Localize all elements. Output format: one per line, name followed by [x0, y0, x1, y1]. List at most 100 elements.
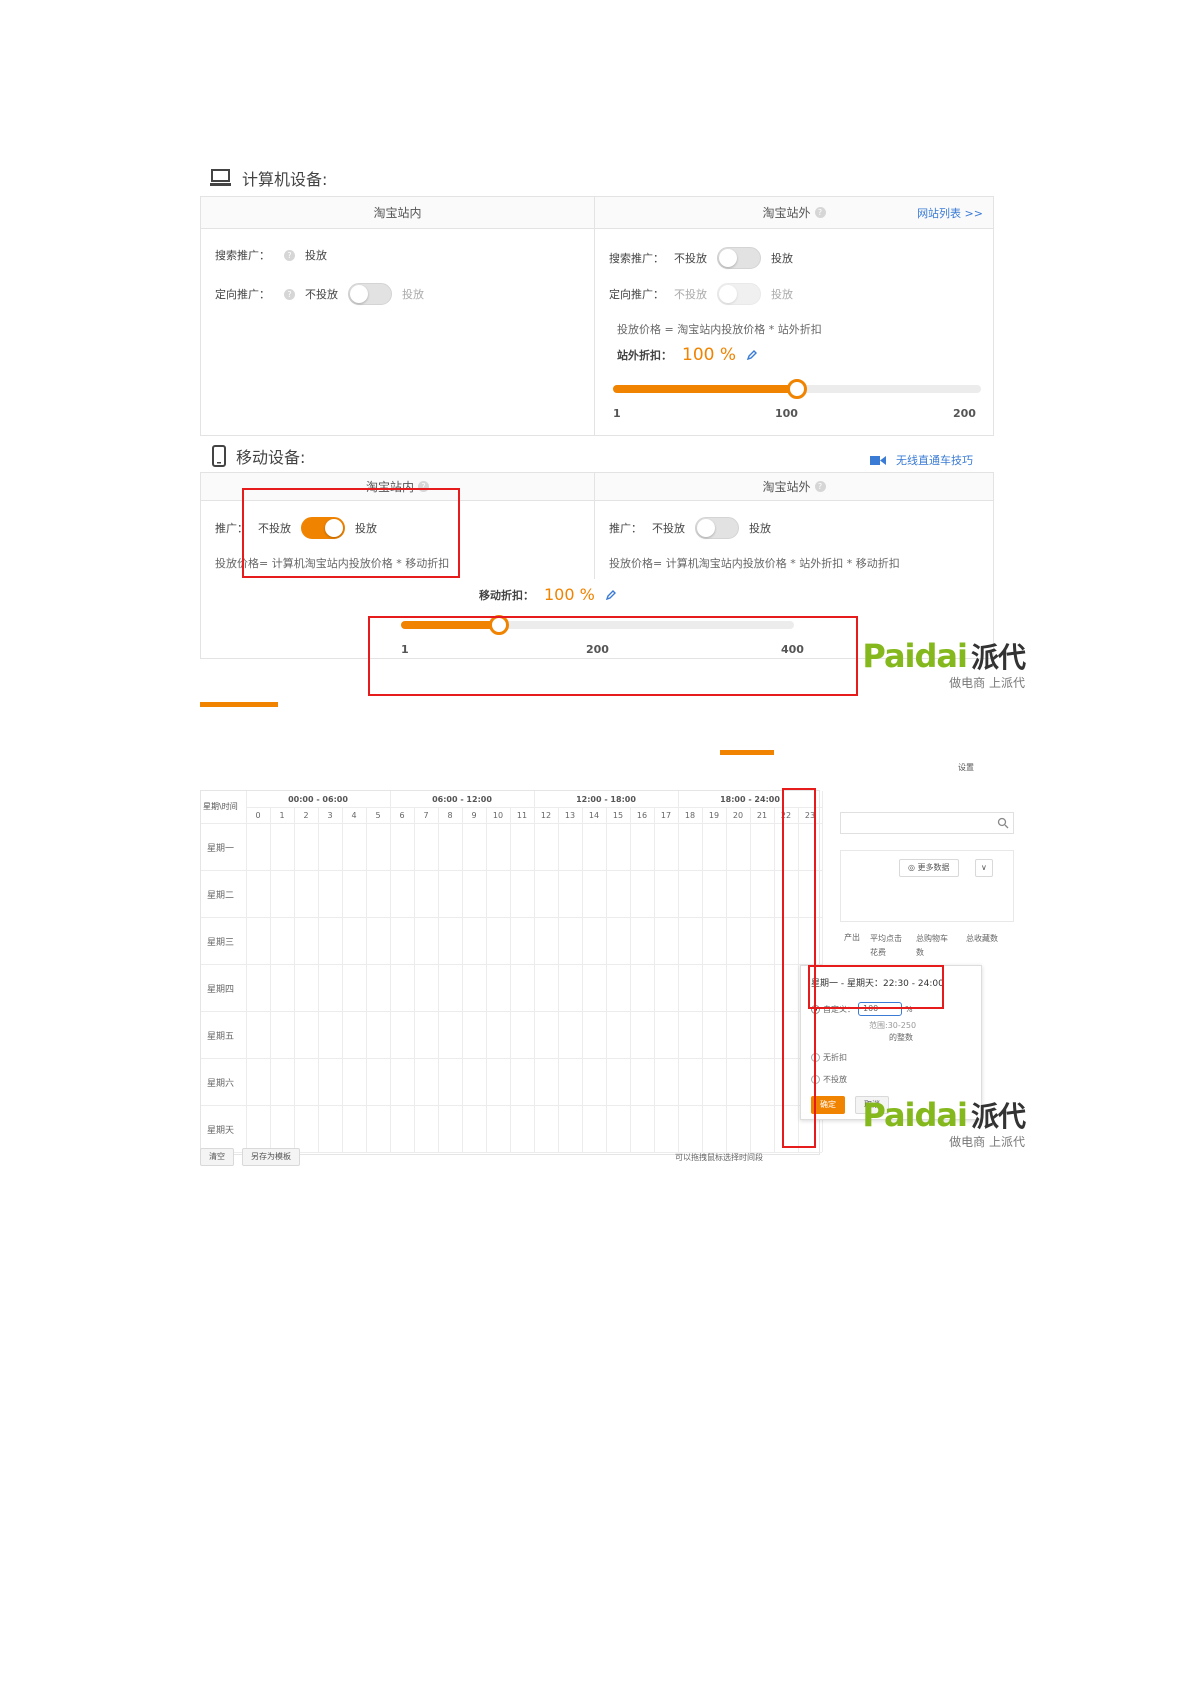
- hour-label[interactable]: 17: [654, 811, 678, 820]
- edit-pencil-icon[interactable]: [605, 589, 617, 601]
- day-label[interactable]: 星期三: [207, 935, 234, 948]
- day-label[interactable]: 星期六: [207, 1076, 234, 1089]
- column-header-favorites: 总收藏数: [966, 934, 998, 943]
- search-icon: [997, 817, 1009, 829]
- hour-label[interactable]: 19: [702, 811, 726, 820]
- slider-max-label: 200: [953, 407, 976, 420]
- hour-label[interactable]: 16: [630, 811, 654, 820]
- pc-inner-panel: 淘宝站内 搜索推广： ? 投放 定向推广： ? 不投放 投放: [200, 196, 595, 436]
- grid-line: [318, 807, 319, 1152]
- pc-outer-search-toggle[interactable]: [717, 247, 761, 269]
- grid-line: [606, 807, 607, 1152]
- pc-outer-discount-slider[interactable]: [613, 379, 981, 399]
- day-label[interactable]: 星期四: [207, 982, 234, 995]
- expand-chevron-button[interactable]: ∨: [975, 859, 993, 877]
- hour-label[interactable]: 6: [390, 811, 414, 820]
- hour-label[interactable]: 1: [270, 811, 294, 820]
- pc-outer-discount-value: 100 %: [682, 345, 737, 365]
- grid-line: [438, 807, 439, 1152]
- hour-label[interactable]: 2: [294, 811, 318, 820]
- pc-outer-price-formula: 投放价格 = 淘宝站内投放价格 * 站外折扣: [617, 323, 822, 336]
- pc-outer-targeted-toggle: [717, 283, 761, 305]
- site-list-link[interactable]: 网站列表 >>: [917, 205, 983, 221]
- pc-inner-targeted-row: 定向推广： ? 不投放 投放: [215, 283, 424, 305]
- gear-icon: ◎: [908, 863, 915, 872]
- pc-inner-targeted-toggle[interactable]: [348, 283, 392, 305]
- hour-label[interactable]: 11: [510, 811, 534, 820]
- edit-pencil-icon[interactable]: [746, 349, 758, 361]
- mobile-outer-header: 淘宝站外 ?: [595, 473, 993, 501]
- grid-line: [201, 823, 822, 824]
- column-header-output: 产出: [844, 933, 860, 942]
- hour-label[interactable]: 9: [462, 811, 486, 820]
- help-icon[interactable]: ?: [814, 481, 826, 492]
- hour-label[interactable]: 21: [750, 811, 774, 820]
- mobile-discount-value: 100 %: [544, 585, 595, 604]
- clear-button[interactable]: 清空: [200, 1148, 234, 1166]
- column-header-avg-click-cost: 平均点击花费: [870, 934, 902, 957]
- grid-line: [201, 964, 822, 965]
- help-icon[interactable]: ?: [284, 288, 295, 300]
- day-label[interactable]: 星期二: [207, 888, 234, 901]
- pc-outer-discount-row: 站外折扣： 100 %: [617, 345, 758, 365]
- grid-line: [201, 870, 822, 871]
- hour-label[interactable]: 10: [486, 811, 510, 820]
- help-icon[interactable]: ?: [814, 207, 826, 218]
- hour-label[interactable]: 3: [318, 811, 342, 820]
- grid-line: [462, 807, 463, 1152]
- slider-fill: [613, 385, 797, 393]
- hour-label[interactable]: 8: [438, 811, 462, 820]
- mobile-phone-icon: [212, 445, 226, 467]
- mobile-discount-row: 移动折扣： 100 %: [479, 585, 617, 604]
- slider-handle[interactable]: [787, 379, 807, 399]
- grid-line: [654, 807, 655, 1152]
- pc-inner-header: 淘宝站内: [201, 197, 594, 229]
- hour-label[interactable]: 12: [534, 811, 558, 820]
- wireless-tips-link[interactable]: 无线直通车技巧: [870, 452, 973, 468]
- pc-inner-search-row: 搜索推广： ? 投放: [215, 249, 327, 262]
- hour-label[interactable]: 4: [342, 811, 366, 820]
- slider-mid-label: 100: [775, 407, 798, 420]
- pc-section-label: 计算机设备:: [242, 170, 328, 189]
- search-box[interactable]: [840, 812, 1014, 834]
- day-label[interactable]: 星期一: [207, 841, 234, 854]
- settings-button[interactable]: 设置: [954, 760, 978, 778]
- mobile-outer-promo-toggle[interactable]: [695, 517, 739, 539]
- annotation-box-custom-discount: [808, 965, 944, 1009]
- mobile-section-title: 移动设备:: [212, 444, 305, 468]
- grid-line: [678, 791, 679, 1152]
- grid-line: [774, 807, 775, 1152]
- mobile-outer-panel: 淘宝站外 ? 推广： 不投放 投放 投放价格= 计算机淘宝站内投放价格 * 站外…: [594, 472, 994, 580]
- hour-label[interactable]: 14: [582, 811, 606, 820]
- video-camera-icon: [870, 455, 886, 465]
- grid-line: [390, 791, 391, 1152]
- pc-outer-header: 淘宝站外 ? 网站列表 >>: [595, 197, 993, 229]
- corner-label: 星期\时间: [203, 802, 238, 811]
- mobile-section-label: 移动设备:: [236, 448, 306, 467]
- hour-label[interactable]: 7: [414, 811, 438, 820]
- hour-label[interactable]: 0: [246, 811, 270, 820]
- day-label[interactable]: 星期天: [207, 1123, 234, 1136]
- no-delivery-option[interactable]: 不投放: [811, 1074, 847, 1085]
- paidai-watermark-1: Paidai 派代 做电商 上派代: [862, 637, 1026, 690]
- mobile-outer-promo-row: 推广： 不投放 投放: [609, 517, 771, 539]
- range-hint-sub: 的整数: [889, 1033, 913, 1042]
- more-data-button[interactable]: ◎ 更多数据: [899, 859, 959, 877]
- grid-line: [201, 917, 822, 918]
- hour-label[interactable]: 5: [366, 811, 390, 820]
- hour-label[interactable]: 20: [726, 811, 750, 820]
- time-range-label: 12:00 - 18:00: [576, 795, 636, 804]
- drag-hint: 可以拖拽鼠标选择时间段: [675, 1153, 763, 1162]
- day-label[interactable]: 星期五: [207, 1029, 234, 1042]
- grid-line: [366, 807, 367, 1152]
- grid-line: [201, 1011, 822, 1012]
- no-discount-option[interactable]: 无折扣: [811, 1052, 847, 1063]
- hour-label[interactable]: 15: [606, 811, 630, 820]
- save-template-button[interactable]: 另存为模板: [242, 1148, 300, 1166]
- time-schedule-grid[interactable]: 星期\时间 00:00 - 06:00 06:00 - 12:00 12:00 - …: [200, 790, 823, 1155]
- data-card: ◎ 更多数据 ∨: [840, 850, 1014, 922]
- help-icon[interactable]: ?: [284, 249, 295, 261]
- hour-label[interactable]: 18: [678, 811, 702, 820]
- hour-label[interactable]: 13: [558, 811, 582, 820]
- pc-outer-search-row: 搜索推广： 不投放 投放: [609, 247, 793, 269]
